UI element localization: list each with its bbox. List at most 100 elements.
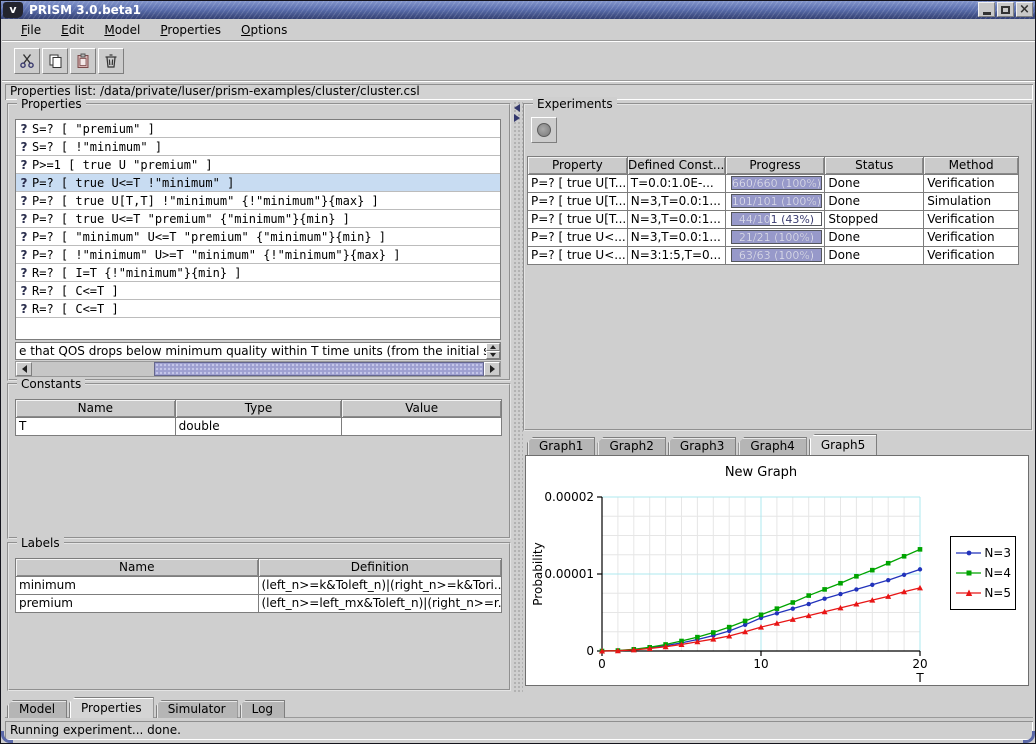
property-question-icon: ? [16,140,32,154]
window-resize-corner[interactable] [1023,731,1035,743]
toolbar [2,42,1035,81]
properties-horizontal-scrollbar[interactable] [15,361,501,377]
maximize-icon [1001,6,1010,14]
property-row[interactable]: ?R=? [ C<=T ] [16,282,500,300]
experiment-row[interactable]: P=? [ true U[T...T=0.0:1.0E-...660/660 (… [528,175,1019,193]
close-icon: × [1019,4,1030,15]
status-bar: Running experiment... done. [5,721,1033,740]
property-row[interactable]: ?R=? [ C<=T ] [16,300,500,318]
table-cell: minimum [16,577,259,595]
tab-graph5[interactable]: Graph5 [809,434,877,455]
property-text: R=? [ I=T {!"minimum"}{min} ] [32,266,242,280]
split-divider[interactable] [513,101,523,693]
stop-experiment-button[interactable] [531,117,557,143]
column-header[interactable]: Property [528,157,628,175]
column-header[interactable]: Status [825,157,924,175]
table-cell: T [16,418,176,436]
tab-graph3[interactable]: Graph3 [668,437,736,455]
labels-table: NameDefinitionminimum(left_n>=k&Toleft_n… [15,558,502,613]
minimize-button[interactable] [978,2,995,17]
property-row[interactable]: ?P>=1 [ true U "premium" ] [16,156,500,174]
titlebar[interactable]: v PRISM 3.0.beta1 × [1,1,1035,19]
collapse-right-icon[interactable] [514,114,520,122]
window-corner-left [1,731,13,743]
property-question-icon: ? [16,266,32,280]
property-row[interactable]: ?P=? [ !"minimum" U>=T "minimum" {!"mini… [16,246,500,264]
property-row[interactable]: ?P=? [ true U<=T !"minimum" ] [16,174,500,192]
maximize-button[interactable] [997,2,1014,17]
table-cell: P=? [ true U[T... [528,211,628,229]
copy-button[interactable] [42,48,68,74]
column-header[interactable]: Progress [726,157,826,175]
menu-item-options[interactable]: Options [232,21,296,39]
progress-cell: 63/63 (100%)63/63 (100%) [726,247,826,265]
menu-item-file[interactable]: File [12,21,50,39]
cut-button[interactable] [14,48,40,74]
table-cell: Done [825,193,924,211]
column-header[interactable]: Name [16,559,259,577]
experiment-row[interactable]: P=? [ true U<...N=3:1:5,T=0...63/63 (100… [528,247,1019,265]
table-cell [342,418,502,436]
svg-text:0: 0 [586,644,594,658]
svg-text:20: 20 [912,657,927,671]
scrollbar-track[interactable] [32,362,484,376]
tab-simulator[interactable]: Simulator [156,700,238,718]
comment-spinner-down-button[interactable] [486,351,500,359]
column-header[interactable]: Name [16,400,176,418]
graph-content: 00.000010.0000201020TProbabilityNew Grap… [525,455,1029,686]
view-tabs: ModelPropertiesSimulatorLog [5,697,1033,718]
delete-icon [103,53,119,69]
property-question-icon: ? [16,302,32,316]
property-row[interactable]: ?P=? [ "minimum" U<=T "premium" {"minimu… [16,228,500,246]
menu-item-properties[interactable]: Properties [151,21,230,39]
property-question-icon: ? [16,248,32,262]
menu-item-model[interactable]: Model [95,21,149,39]
collapse-left-icon[interactable] [514,104,520,112]
column-header[interactable]: Definition [259,559,503,577]
menu-item-edit[interactable]: Edit [52,21,93,39]
svg-text:0: 0 [598,657,606,671]
label-row[interactable]: minimum(left_n>=k&Toleft_n)|(right_n>=k&… [16,577,502,595]
tab-log[interactable]: Log [240,700,285,718]
window-menu-icon[interactable]: v [3,2,23,18]
table-cell: Simulation [924,193,1019,211]
property-row[interactable]: ?P=? [ true U<=T "premium" {"minimum"}{m… [16,210,500,228]
comment-spinner-up-button[interactable] [486,343,500,351]
scrollbar-thumb[interactable] [154,362,484,376]
property-text: R=? [ C<=T ] [32,284,119,298]
property-row[interactable]: ?R=? [ I=T {!"minimum"}{min} ] [16,264,500,282]
tab-graph4[interactable]: Graph4 [738,437,806,455]
property-row[interactable]: ?P=? [ true U[T,T] !"minimum" {!"minimum… [16,192,500,210]
progress-cell: 660/660 (100%)660/660 (100%) [726,175,826,193]
tab-model[interactable]: Model [7,700,67,718]
constant-row[interactable]: Tdouble [16,418,502,436]
column-header[interactable]: Value [342,400,502,418]
window-buttons: × [978,2,1033,17]
svg-text:New Graph: New Graph [725,465,797,480]
comment-spinner [486,343,500,359]
scroll-left-button[interactable] [16,362,32,376]
table-cell: N=3,T=0.0:1... [628,211,726,229]
property-row[interactable]: ?S=? [ !"minimum" ] [16,138,500,156]
column-header[interactable]: Defined Const... [628,157,726,175]
tab-properties[interactable]: Properties [69,697,154,718]
paste-button[interactable] [70,48,96,74]
close-button[interactable]: × [1016,2,1033,17]
progress-text-overlay: 101/101 (100%) [732,195,822,207]
column-header[interactable]: Type [176,400,343,418]
scroll-right-button[interactable] [484,362,500,376]
svg-text:0.00001: 0.00001 [544,567,594,581]
labels-group-title: Labels [17,536,64,550]
experiment-row[interactable]: P=? [ true U<...N=3,T=0.0:1...21/21 (100… [528,229,1019,247]
experiment-row[interactable]: P=? [ true U[T...N=3,T=0.0:1...101/101 (… [528,193,1019,211]
progress-bar: 44/101 (43%)44/101 (43%) [731,212,823,226]
chevron-up-icon [490,345,496,349]
column-header[interactable]: Method [924,157,1019,175]
label-row[interactable]: premium(left_n>=left_mx&Toleft_n)|(right… [16,595,502,613]
delete-button[interactable] [98,48,124,74]
experiment-row[interactable]: P=? [ true U[T...N=3,T=0.0:1... 44/101 (4… [528,211,1019,229]
property-row[interactable]: ?S=? [ "premium" ] [16,120,500,138]
tab-graph2[interactable]: Graph2 [597,437,665,455]
tab-graph1[interactable]: Graph1 [527,437,595,455]
property-comment-field[interactable]: e that QOS drops below minimum quality w… [15,342,501,360]
